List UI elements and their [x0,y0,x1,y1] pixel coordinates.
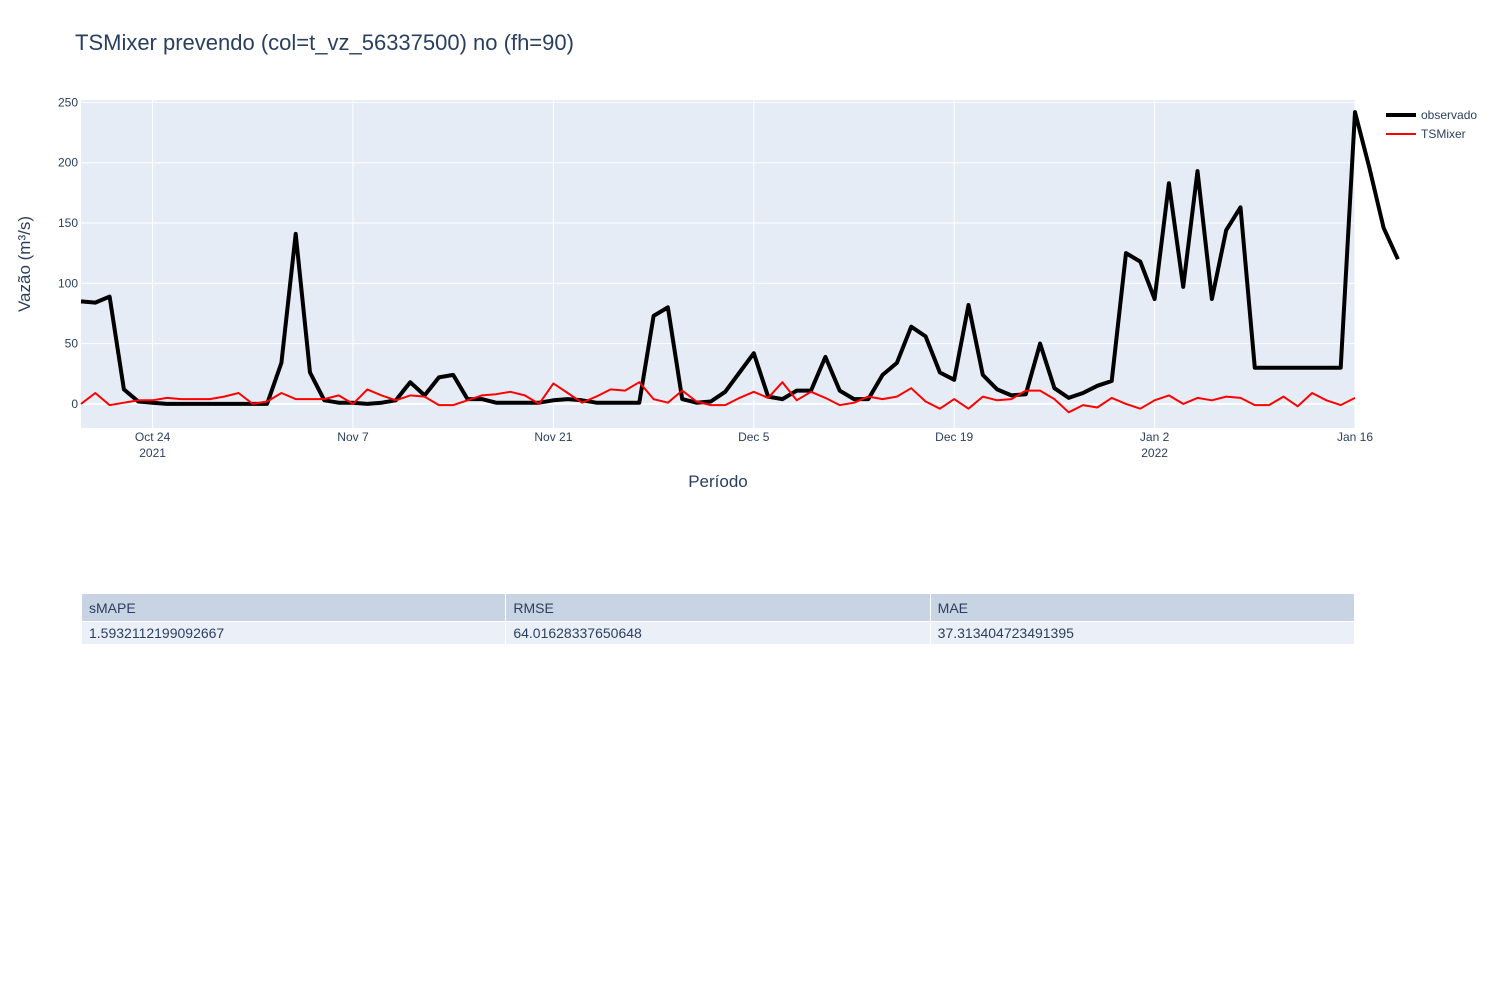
x-tick-label: Nov 21 [534,430,572,444]
x-tick-label: Oct 24 [135,430,171,444]
y-tick-label: 0 [71,397,78,411]
table-row: 1.5932112199092667 64.01628337650648 37.… [80,621,1356,645]
legend-item-tsmixer[interactable]: TSMixer [1386,127,1466,141]
chart-figure: TSMixer prevendo (col=t_vz_56337500) no … [15,30,1477,491]
x-tick-year-label: 2022 [1141,446,1168,460]
y-tick-label: 200 [58,156,78,170]
legend-item-observado[interactable]: observado [1386,108,1477,122]
x-tick-label: Jan 16 [1337,430,1373,444]
y-tick-label: 250 [58,95,78,109]
y-tick-label: 50 [65,337,79,351]
metrics-table: sMAPE RMSE MAE 1.5932112199092667 64.016… [80,593,1356,645]
x-tick-label: Jan 2 [1140,430,1170,444]
legend-label: TSMixer [1421,127,1466,141]
y-tick-label: 100 [58,276,78,290]
plot-area [81,100,1355,428]
x-tick-label: Nov 7 [337,430,369,444]
x-tick-year-label: 2021 [139,446,166,460]
header-smape: sMAPE [80,593,507,622]
x-tick-label: Dec 19 [935,430,973,444]
y-axis-title: Vazão (m³/s) [15,216,34,312]
x-axis-title: Período [688,472,748,491]
legend-label: observado [1421,108,1477,122]
header-rmse: RMSE [505,593,931,622]
header-mae: MAE [929,593,1356,622]
x-tick-label: Dec 5 [738,430,770,444]
cell-rmse: 64.01628337650648 [505,621,931,645]
table-header-row: sMAPE RMSE MAE [80,593,1356,622]
cell-mae: 37.313404723491395 [929,621,1356,645]
legend[interactable]: observado TSMixer [1386,108,1477,141]
y-tick-label: 150 [58,216,78,230]
chart-title: TSMixer prevendo (col=t_vz_56337500) no … [75,30,574,55]
cell-smape: 1.5932112199092667 [80,621,507,645]
